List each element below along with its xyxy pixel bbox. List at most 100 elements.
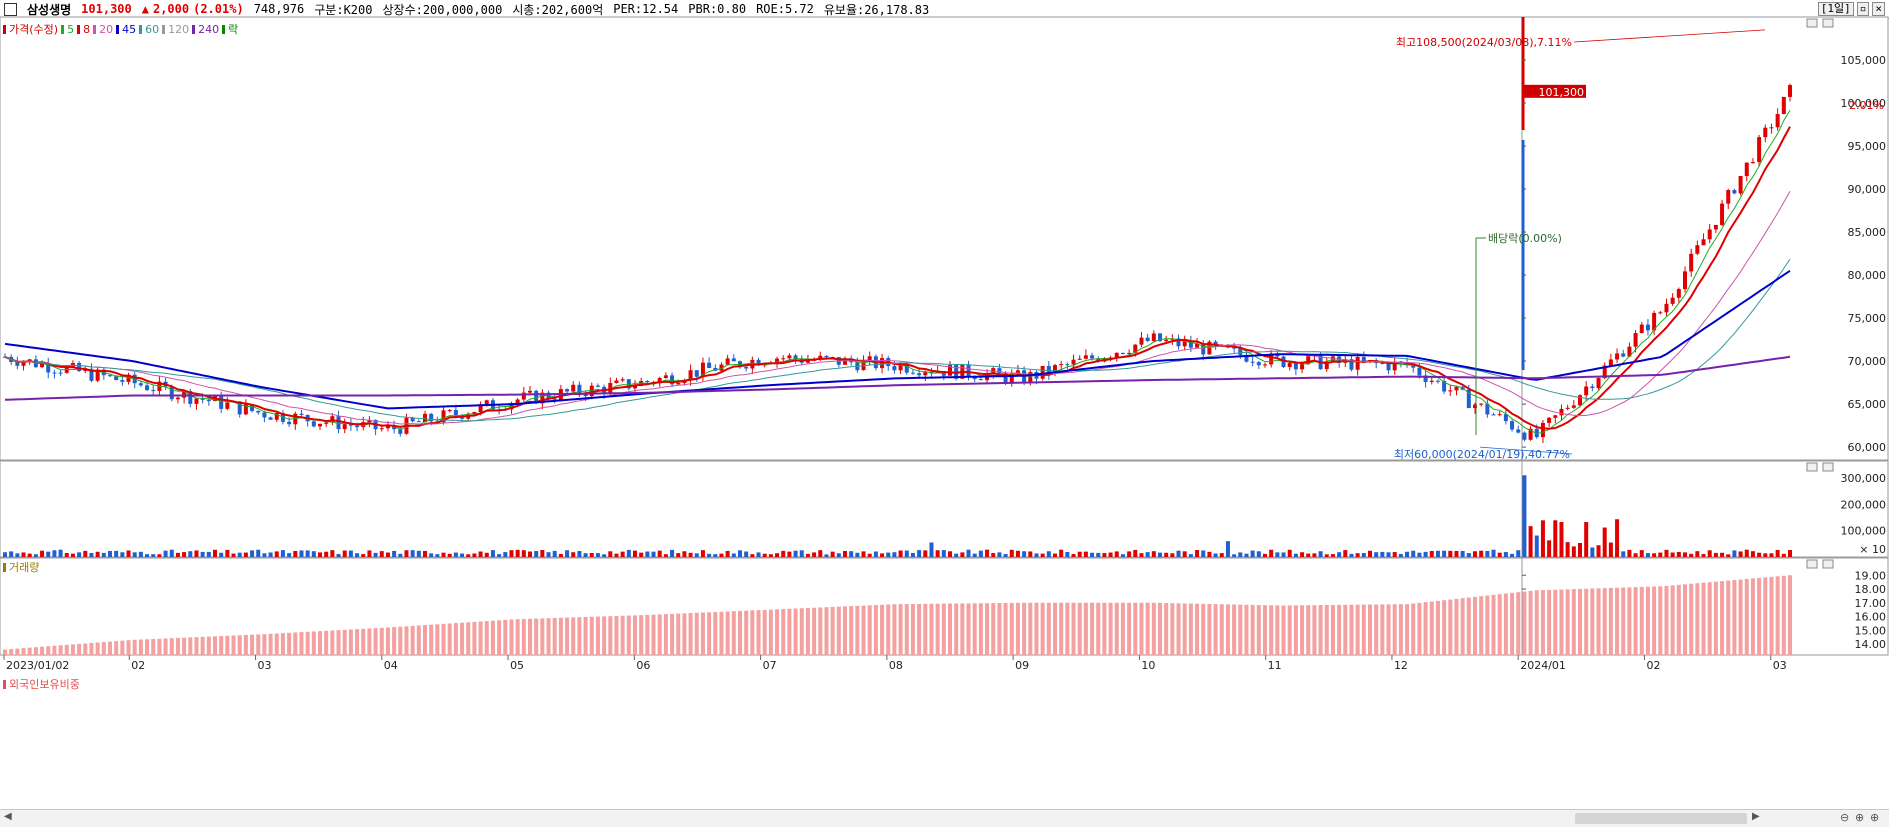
legend-label-0[interactable]: 가격(수정) [9, 23, 58, 36]
foreign-bar-84 [521, 618, 526, 655]
volume-bar-234 [1448, 550, 1453, 557]
candle-body-175 [1083, 355, 1088, 359]
foreign-bar-155 [960, 603, 965, 655]
volume-bar-33 [206, 551, 211, 557]
volume-bar-252 [1559, 522, 1564, 557]
volume-bar-248 [1534, 535, 1539, 557]
legend-label-3[interactable]: 20 [99, 23, 113, 36]
volume-bar-251 [1553, 520, 1558, 557]
volume-bar-56 [348, 550, 353, 557]
foreign-bar-190 [1176, 603, 1181, 655]
foreign-bar-73 [453, 623, 458, 655]
foreign-bar-43 [268, 633, 273, 655]
volume-bar-162 [1003, 553, 1008, 557]
foreign-legend-marker [3, 680, 6, 689]
foreign-bar-80 [497, 620, 502, 655]
foreign-bar-60 [373, 628, 378, 655]
foreign-tick-label-2: 16.00 [1855, 611, 1887, 624]
zoom-out-icon[interactable]: ⊖ [1840, 811, 1849, 824]
price-tick-label-6: 90,000 [1848, 183, 1887, 196]
foreign-bar-112 [694, 612, 699, 655]
volume-bar-14 [89, 552, 94, 557]
candle-body-109 [676, 383, 681, 385]
low-annotation: 최저60,000(2024/01/19),40.77% [1394, 448, 1570, 461]
foreign-bar-66 [410, 625, 415, 655]
foreign-bar-283 [1750, 578, 1755, 655]
scroll-thumb[interactable] [1575, 813, 1747, 824]
candle-body-31 [194, 398, 199, 404]
foreign-bar-257 [1590, 588, 1595, 655]
foreign-bar-69 [429, 624, 434, 655]
foreign-bar-139 [861, 605, 866, 655]
candle-body-219 [1355, 357, 1360, 370]
legend-label-7[interactable]: 240 [198, 23, 219, 36]
volume-legend-label: 거래량 [9, 561, 40, 574]
candle-body-268 [1658, 312, 1663, 314]
legend-label-1[interactable]: 5 [67, 23, 74, 36]
volume-bar-147 [910, 552, 915, 557]
volume-bar-6 [40, 550, 45, 557]
zoom-reset-icon[interactable]: ⊕ [1855, 811, 1864, 824]
candle-body-209 [1293, 362, 1298, 370]
candle-body-67 [416, 421, 421, 423]
volume-bar-45 [280, 550, 285, 557]
volume-bar-41 [256, 549, 261, 557]
volume-bar-239 [1479, 550, 1484, 557]
foreign-bar-181 [1120, 602, 1125, 655]
foreign-bar-56 [348, 629, 353, 655]
foreign-bar-134 [830, 606, 835, 655]
legend-label-6[interactable]: 120 [168, 23, 189, 36]
volume-bar-55 [342, 550, 347, 557]
candle-body-23 [145, 385, 150, 391]
volume-tick-label-1: 200,000 [1841, 498, 1887, 511]
volume-bar-137 [849, 551, 854, 557]
foreign-bar-192 [1188, 603, 1193, 655]
volume-bar-34 [213, 549, 217, 557]
foreign-bar-206 [1275, 605, 1280, 655]
zoom-in-icon[interactable]: ⊕ [1870, 811, 1879, 824]
foreign-bar-91 [565, 617, 570, 655]
volume-bar-191 [1182, 551, 1187, 557]
volume-bar-96 [595, 553, 600, 557]
foreign-bar-275 [1701, 582, 1706, 655]
foreign-bar-185 [1145, 602, 1150, 655]
candle-body-92 [571, 384, 576, 392]
candle-body-278 [1720, 203, 1725, 225]
foreign-bar-31 [194, 637, 199, 655]
foreign-bar-53 [330, 630, 335, 655]
foreign-bar-59 [367, 628, 372, 655]
candle-body-172 [1065, 364, 1070, 366]
volume-bar-60 [373, 552, 378, 557]
legend-label-4[interactable]: 45 [122, 23, 136, 36]
volume-bar-250 [1547, 540, 1552, 557]
horizontal-scrollbar[interactable]: ◀ ▶ ⊖ ⊕ ⊕ [0, 809, 1889, 827]
volume-bar-258 [1596, 545, 1601, 557]
volume-bar-67 [416, 550, 421, 557]
foreign-bar-74 [460, 622, 465, 655]
scroll-left-icon[interactable]: ◀ [4, 811, 12, 822]
candle-body-64 [398, 429, 403, 434]
volume-bar-65 [404, 550, 409, 557]
foreign-bar-150 [929, 603, 934, 655]
scroll-right-icon[interactable]: ▶ [1752, 811, 1760, 822]
foreign-bar-64 [398, 626, 403, 655]
legend-label-5[interactable]: 60 [145, 23, 159, 36]
candle-body-140 [867, 356, 872, 360]
foreign-bar-269 [1664, 585, 1669, 655]
foreign-bar-137 [849, 606, 854, 655]
volume-bar-114 [707, 553, 712, 557]
candle-body-231 [1429, 380, 1434, 382]
candle-body-275 [1701, 239, 1706, 246]
legend-label-2[interactable]: 8 [83, 23, 90, 36]
foreign-bar-95 [589, 616, 594, 655]
foreign-bar-268 [1658, 586, 1663, 655]
foreign-bar-148 [917, 603, 922, 655]
volume-bar-130 [805, 553, 810, 557]
legend-label-8[interactable]: 락 [228, 23, 238, 36]
foreign-bar-160 [991, 603, 996, 655]
candle-body-126 [781, 358, 786, 360]
foreign-bar-142 [880, 604, 885, 655]
volume-bar-2 [15, 553, 20, 557]
volume-bar-148 [917, 550, 922, 557]
volume-bar-279 [1726, 554, 1731, 557]
